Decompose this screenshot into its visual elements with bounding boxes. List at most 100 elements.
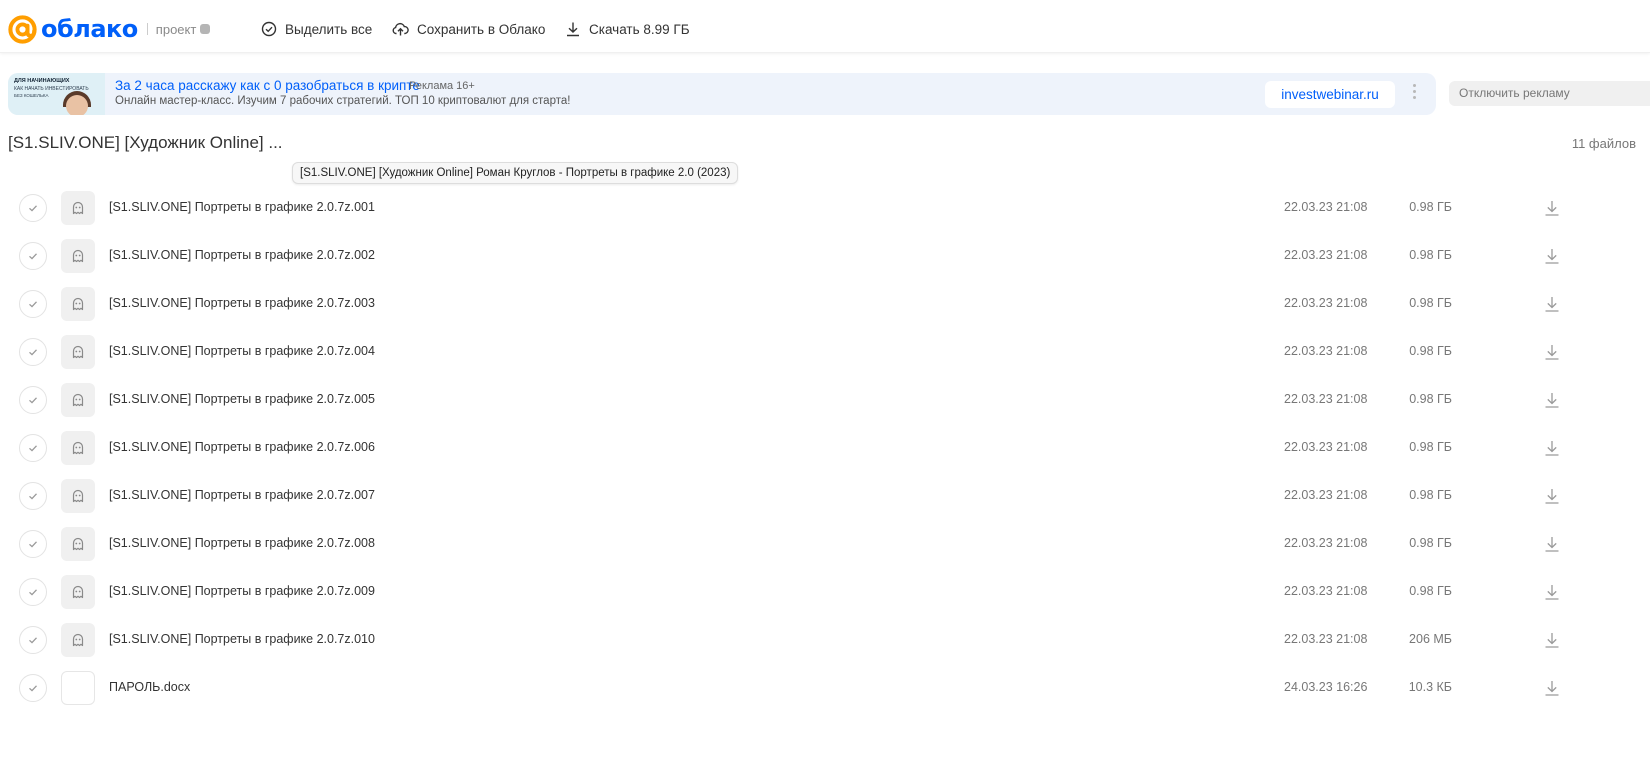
checkmark-icon [29,349,37,356]
file-size: 0.98 ГБ [1409,488,1452,502]
file-select-checkbox[interactable] [19,386,47,414]
file-list: [S1.SLIV.ONE] Портреты в графике 2.0.7z.… [0,184,1650,712]
file-select-checkbox[interactable] [19,626,47,654]
logo[interactable]: облако проект [7,12,211,46]
file-size: 10.3 КБ [1408,680,1452,694]
ad-more-icon[interactable] [1410,84,1418,102]
download-icon[interactable] [1543,439,1561,457]
archive-ghost-icon [72,297,84,311]
file-select-checkbox[interactable] [19,290,47,318]
download-icon[interactable] [1543,343,1561,361]
file-row[interactable]: [S1.SLIV.ONE] Портреты в графике 2.0.7z.… [0,376,1650,424]
file-name[interactable]: [S1.SLIV.ONE] Портреты в графике 2.0.7z.… [109,296,375,310]
file-name[interactable]: [S1.SLIV.ONE] Портреты в графике 2.0.7z.… [109,392,375,406]
file-name[interactable]: [S1.SLIV.ONE] Портреты в графике 2.0.7z.… [109,632,375,646]
disable-ad-button[interactable]: Отключить рекламу [1449,81,1650,106]
download-icon[interactable] [1543,295,1561,313]
file-date: 24.03.23 16:26 [1284,680,1368,694]
file-date: 22.03.23 21:08 [1284,200,1368,214]
checkmark-icon [29,493,37,500]
select-all-label: Выделить все [285,21,373,37]
file-select-checkbox[interactable] [19,674,47,702]
file-name[interactable]: [S1.SLIV.ONE] Портреты в графике 2.0.7z.… [109,440,375,454]
file-size: 0.98 ГБ [1409,200,1452,214]
save-to-cloud-label: Сохранить в Облако [417,21,546,37]
archive-file-icon [61,191,95,225]
file-count: 11 файлов [1571,136,1636,151]
download-icon[interactable] [1543,247,1561,265]
archive-file-icon [61,575,95,609]
file-name[interactable]: [S1.SLIV.ONE] Портреты в графике 2.0.7z.… [109,248,375,262]
file-select-checkbox[interactable] [19,194,47,222]
file-name[interactable]: [S1.SLIV.ONE] Портреты в графике 2.0.7z.… [109,200,375,214]
ad-image[interactable]: ДЛЯ НАЧИНАЮЩИХ КАК НАЧАТЬ ИНВЕСТИРОВАТЬ … [8,73,105,115]
archive-ghost-icon [72,537,84,551]
file-size: 0.98 ГБ [1409,248,1452,262]
checkmark-icon [29,589,37,596]
archive-file-icon [61,431,95,465]
download-icon[interactable] [1543,583,1561,601]
file-date: 22.03.23 21:08 [1284,632,1368,646]
checkmark-icon [29,397,37,404]
download-icon[interactable] [1543,199,1561,217]
ad-link-button[interactable]: investwebinar.ru [1265,81,1395,108]
download-icon[interactable] [1543,631,1561,649]
file-row[interactable]: [S1.SLIV.ONE] Портреты в графике 2.0.7z.… [0,472,1650,520]
document-file-icon [61,671,95,705]
file-date: 22.03.23 21:08 [1284,440,1368,454]
checkmark-icon [29,301,37,308]
archive-file-icon [61,623,95,657]
download-icon[interactable] [1543,391,1561,409]
file-row[interactable]: [S1.SLIV.ONE] Портреты в графике 2.0.7z.… [0,424,1650,472]
archive-file-icon [61,527,95,561]
ad-image-text-1: ДЛЯ НАЧИНАЮЩИХ [14,78,70,84]
ad-title[interactable]: За 2 часа расскажу как с 0 разобраться в… [115,78,420,93]
file-row[interactable]: [S1.SLIV.ONE] Портреты в графике 2.0.7z.… [0,520,1650,568]
file-date: 22.03.23 21:08 [1284,536,1368,550]
save-to-cloud-button[interactable]: Сохранить в Облако [392,18,545,40]
file-name[interactable]: [S1.SLIV.ONE] Портреты в графике 2.0.7z.… [109,344,375,358]
file-row[interactable]: [S1.SLIV.ONE] Портреты в графике 2.0.7z.… [0,328,1650,376]
project-label: проект [155,21,197,37]
file-name[interactable]: ПАРОЛЬ.docx [109,680,190,694]
download-all-button[interactable]: Скачать 8.99 ГБ [565,18,690,40]
download-icon[interactable] [1543,679,1561,697]
ad-description[interactable]: Онлайн мастер-класс. Изучим 7 рабочих ст… [115,95,570,107]
archive-ghost-icon [72,201,84,215]
cloud-upload-icon [392,22,409,36]
file-row[interactable]: [S1.SLIV.ONE] Портреты в графике 2.0.7z.… [0,616,1650,664]
file-select-checkbox[interactable] [19,482,47,510]
archive-ghost-icon [72,633,84,647]
download-icon[interactable] [1543,535,1561,553]
file-name[interactable]: [S1.SLIV.ONE] Портреты в графике 2.0.7z.… [109,584,375,598]
file-select-checkbox[interactable] [19,434,47,462]
file-date: 22.03.23 21:08 [1284,248,1368,262]
download-icon [567,22,579,37]
ad-image-face [66,95,88,115]
archive-ghost-icon [72,249,84,263]
checkmark-icon [29,637,37,644]
file-size: 0.98 ГБ [1409,536,1452,550]
download-icon[interactable] [1543,487,1561,505]
file-select-checkbox[interactable] [19,338,47,366]
select-all-button[interactable]: Выделить все [261,18,372,40]
file-select-checkbox[interactable] [19,578,47,606]
file-date: 22.03.23 21:08 [1284,584,1368,598]
file-row[interactable]: ПАРОЛЬ.docx 24.03.23 16:26 10.3 КБ [0,664,1650,712]
file-date: 22.03.23 21:08 [1284,392,1368,406]
file-row[interactable]: [S1.SLIV.ONE] Портреты в графике 2.0.7z.… [0,568,1650,616]
file-date: 22.03.23 21:08 [1284,296,1368,310]
file-select-checkbox[interactable] [19,530,47,558]
archive-ghost-icon [72,585,84,599]
file-row[interactable]: [S1.SLIV.ONE] Портреты в графике 2.0.7z.… [0,184,1650,232]
file-select-checkbox[interactable] [19,242,47,270]
file-name[interactable]: [S1.SLIV.ONE] Портреты в графике 2.0.7z.… [109,488,375,502]
file-size: 0.98 ГБ [1409,344,1452,358]
logo-divider [146,23,148,35]
file-date: 22.03.23 21:08 [1284,488,1368,502]
archive-file-icon [61,287,95,321]
checkmark-icon [29,541,37,548]
file-name[interactable]: [S1.SLIV.ONE] Портреты в графике 2.0.7z.… [109,536,375,550]
file-row[interactable]: [S1.SLIV.ONE] Портреты в графике 2.0.7z.… [0,232,1650,280]
file-row[interactable]: [S1.SLIV.ONE] Портреты в графике 2.0.7z.… [0,280,1650,328]
